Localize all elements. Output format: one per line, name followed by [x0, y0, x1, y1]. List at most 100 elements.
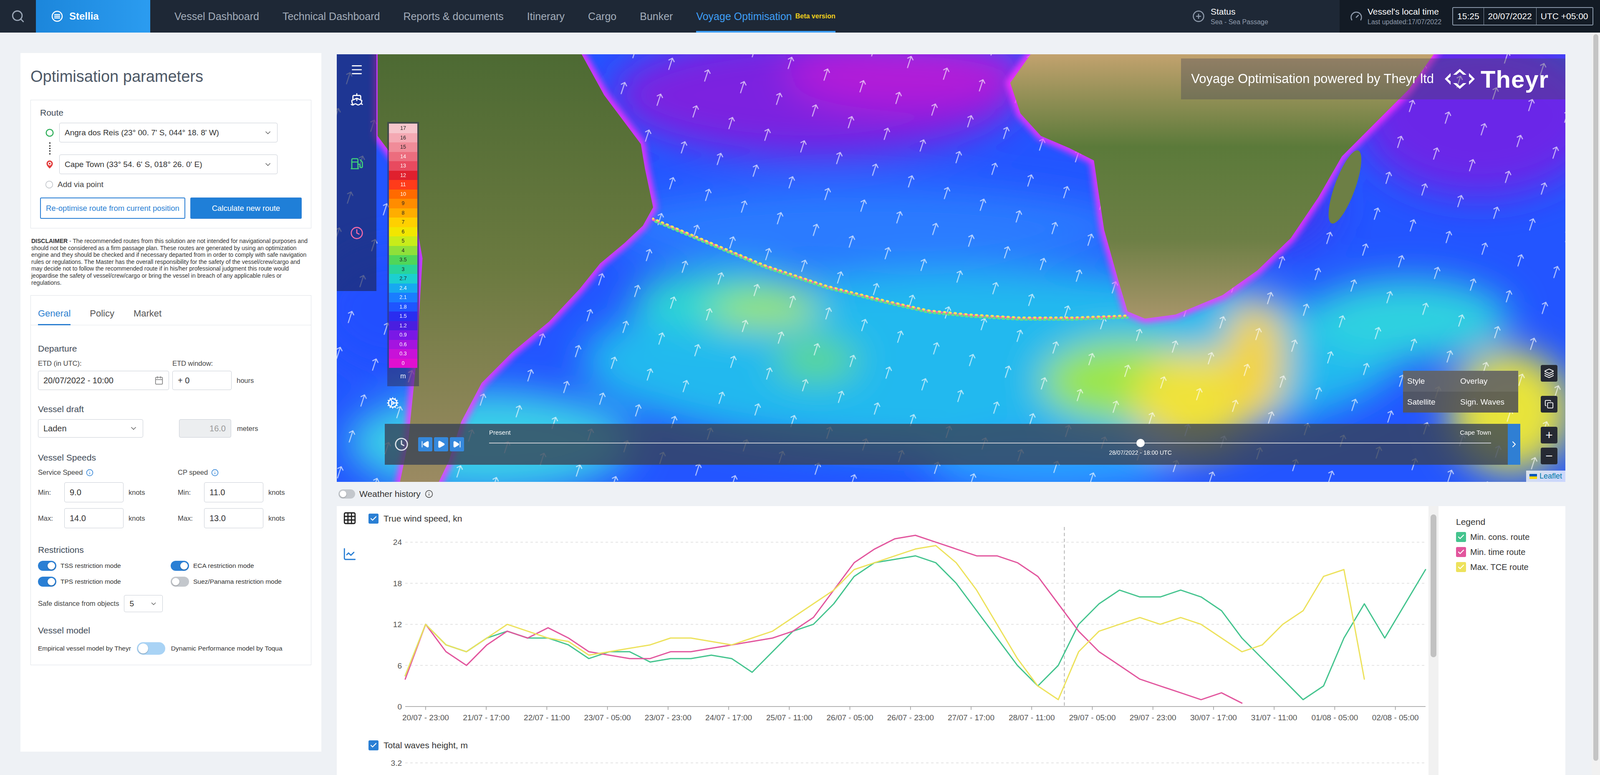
timeline-knob[interactable]: [1136, 438, 1145, 447]
map-tool[interactable]: [349, 225, 364, 240]
play-button[interactable]: [434, 436, 449, 452]
table-view-button[interactable]: [342, 510, 357, 525]
skip-back-button[interactable]: [418, 436, 433, 452]
status-add-icon[interactable]: [1192, 10, 1205, 23]
timeline-track[interactable]: 28/07/2022 - 18:00 UTC: [489, 442, 1492, 444]
scale-step: 3.5: [388, 254, 418, 265]
add-via-point[interactable]: Add via point: [40, 179, 302, 190]
skip-forward-button[interactable]: [449, 436, 465, 452]
voyage-route[interactable]: [653, 218, 1128, 320]
search-button[interactable]: [0, 0, 36, 33]
style-panel-value[interactable]: Overlay: [1456, 370, 1519, 392]
zoom-button[interactable]: −: [1540, 447, 1558, 465]
nav-item[interactable]: Bunker: [639, 0, 673, 33]
checkbox[interactable]: [1456, 546, 1467, 557]
series-line[interactable]: [405, 535, 1242, 703]
checkbox[interactable]: [368, 739, 379, 750]
button[interactable]: Calculate new route: [190, 197, 302, 219]
weather-history-switch[interactable]: [338, 489, 356, 499]
cog-icon[interactable]: [386, 396, 399, 409]
legend-item[interactable]: Min. time route: [1456, 546, 1566, 557]
calendar-icon[interactable]: [154, 375, 164, 385]
clock-icon[interactable]: [350, 226, 364, 240]
tab[interactable]: General: [37, 295, 71, 326]
series-line[interactable]: [405, 555, 1426, 700]
page-scrollbar-thumb[interactable]: [1593, 34, 1599, 761]
info-icon[interactable]: [211, 468, 219, 477]
style-panel-value[interactable]: Sign. Waves: [1456, 391, 1519, 413]
legend-item[interactable]: Max. TCE route: [1456, 561, 1566, 572]
style-panel-label[interactable]: Satellite: [1403, 391, 1457, 413]
chart-scrollbar-thumb[interactable]: [1430, 514, 1437, 657]
timeline-expand-button[interactable]: [1507, 423, 1521, 465]
destination-select[interactable]: Cape Town (33° 54. 6' S, 018° 26. 0' E): [59, 154, 278, 175]
nav-item[interactable]: Vessel Dashboard: [174, 0, 260, 33]
tab[interactable]: Market: [133, 295, 162, 326]
restriction-item[interactable]: TPS restriction mode: [37, 576, 171, 587]
origin-select[interactable]: Angra dos Reis (23° 00. 7' S, 044° 18. 8…: [59, 122, 278, 143]
line-chart-icon[interactable]: [342, 546, 357, 561]
status-block[interactable]: StatusSea - Sea Passage: [1186, 0, 1340, 33]
map-tool[interactable]: [349, 62, 364, 77]
grid-icon[interactable]: [342, 510, 357, 525]
scale-step: 4: [388, 245, 418, 256]
timeline-labels: PresentCape Town: [489, 428, 1492, 436]
toggle-switch[interactable]: [170, 576, 190, 587]
nav-item[interactable]: Technical Dashboard: [282, 0, 380, 33]
button[interactable]: Re-optimise route from current position: [40, 197, 186, 219]
info-icon[interactable]: [424, 489, 434, 498]
etd-input[interactable]: 20/07/2022 - 10:00: [37, 370, 170, 390]
checkbox[interactable]: [1456, 561, 1467, 572]
restriction-item[interactable]: Suez/Panama restriction mode: [170, 576, 304, 587]
nav-item[interactable]: Voyage OptimisationBeta version: [696, 0, 836, 33]
safe-distance-select[interactable]: 5: [123, 594, 163, 612]
skip-forward-icon[interactable]: [452, 439, 462, 449]
map-attribution[interactable]: Leaflet: [1526, 470, 1566, 482]
map-tool[interactable]: [349, 92, 364, 107]
model-option[interactable]: Dynamic Performance model by Toqua: [171, 644, 283, 652]
fuel-icon[interactable]: [350, 156, 364, 171]
nav-item[interactable]: Reports & documents: [403, 0, 504, 33]
layer-settings-button[interactable]: [385, 395, 400, 410]
brand[interactable]: Stellia: [35, 0, 151, 33]
toggle-switch[interactable]: [37, 560, 57, 571]
checkbox[interactable]: [368, 513, 379, 524]
map-tool[interactable]: [349, 156, 364, 171]
etd-window-input[interactable]: + 0: [172, 370, 232, 390]
ship-icon[interactable]: [350, 92, 364, 106]
speed-input[interactable]: 13.0: [204, 507, 264, 528]
speed-input[interactable]: 9.0: [64, 482, 124, 503]
vessel-model-switch[interactable]: [136, 641, 166, 655]
search-icon[interactable]: [10, 9, 26, 24]
speed-input[interactable]: 14.0: [64, 507, 124, 528]
copy-button[interactable]: [1540, 395, 1558, 413]
layers-button[interactable]: [1540, 364, 1558, 382]
chart-view-button[interactable]: [342, 546, 357, 561]
zoom-button[interactable]: +: [1540, 426, 1558, 444]
play-icon[interactable]: [436, 439, 446, 449]
tab[interactable]: Policy: [89, 295, 115, 326]
checkbox[interactable]: [1456, 531, 1467, 542]
scale-step: 1.8: [388, 302, 418, 312]
toggle-switch[interactable]: [37, 576, 57, 587]
copy-icon[interactable]: [1544, 399, 1554, 409]
info-icon[interactable]: [85, 468, 94, 477]
skip-back-icon[interactable]: [421, 439, 430, 449]
menu-icon[interactable]: [350, 63, 364, 77]
legend-item[interactable]: Min. cons. route: [1456, 531, 1566, 542]
page-scrollbar[interactable]: [1591, 32, 1600, 775]
nav-item[interactable]: Cargo: [588, 0, 617, 33]
style-panel-label[interactable]: Style: [1403, 370, 1457, 392]
restriction-item[interactable]: TSS restriction mode: [37, 560, 171, 571]
chart-scrollbar[interactable]: [1428, 505, 1439, 775]
y-tick-label: 18: [393, 578, 402, 588]
speed-input[interactable]: 11.0: [204, 482, 264, 503]
layers-icon[interactable]: [1544, 368, 1555, 379]
nav-item[interactable]: Itinerary: [527, 0, 565, 33]
series-line[interactable]: [405, 545, 1365, 700]
draft-select[interactable]: Laden: [37, 418, 144, 438]
toggle-switch[interactable]: [170, 560, 190, 571]
restriction-item[interactable]: ECA restriction mode: [170, 560, 304, 571]
model-option[interactable]: Empirical vessel model by Theyr: [37, 644, 132, 652]
chevron-right-icon[interactable]: [1509, 439, 1520, 450]
